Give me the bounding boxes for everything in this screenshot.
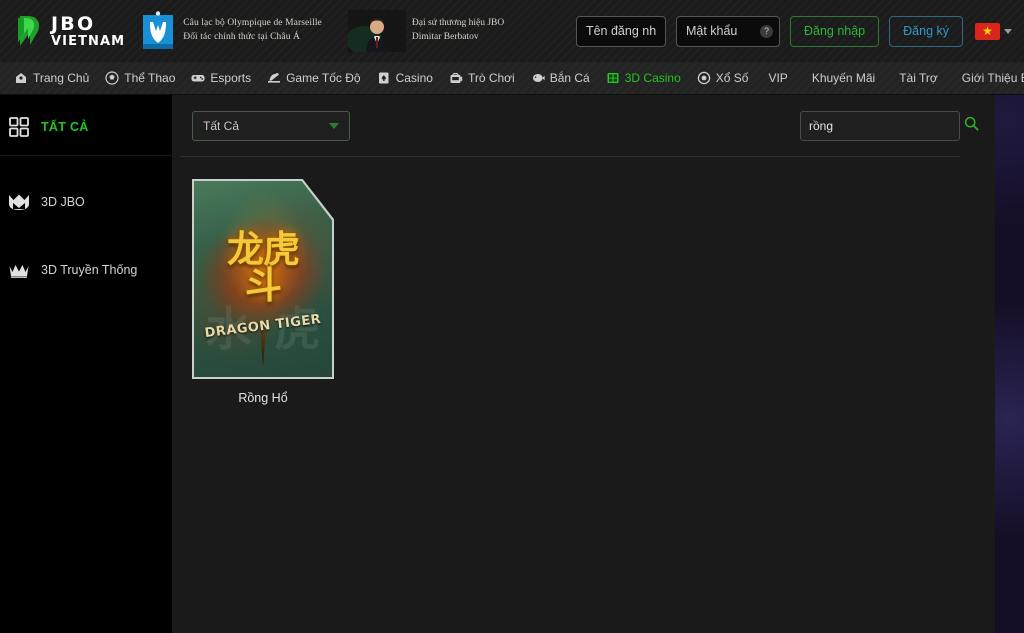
nav-link-vip[interactable]: VIP — [756, 62, 799, 95]
sidebar-item-3d-truyen-thong[interactable]: 3D Truyền Thống — [0, 248, 172, 292]
jbo-leaf-logo-icon — [8, 14, 44, 48]
nav-label: Trang Chủ — [33, 71, 90, 85]
language-selector[interactable]: ★ — [975, 22, 1012, 40]
chevron-down-icon — [1004, 28, 1012, 34]
nav-label: Thể Thao — [124, 71, 176, 85]
game-chinese-title: 龙虎 斗 — [194, 231, 332, 308]
register-button[interactable]: Đăng ký — [889, 15, 963, 47]
cards-icon — [377, 71, 391, 85]
page-root: JBO VIETNAM Câu lạc bộ Olympique de Mars… — [0, 0, 1024, 633]
gamepad-icon — [191, 71, 205, 85]
partner-line-1: Câu lạc bộ Olympique de Marseille — [183, 18, 322, 29]
nav-item-casino[interactable]: Casino — [369, 62, 441, 95]
nav-item-game-toc-do[interactable]: Game Tốc Độ — [259, 62, 368, 95]
category-filter-select[interactable]: Tất Cả — [192, 111, 350, 141]
question-mark-icon[interactable]: ? — [759, 24, 773, 38]
speed-icon — [267, 71, 281, 85]
nav-link-tai-tro[interactable]: Tài Trợ — [887, 62, 950, 95]
partner-block: Câu lạc bộ Olympique de Marseille Đối tá… — [141, 11, 322, 51]
grid-3d-icon — [606, 71, 620, 85]
nav-label: Esports — [210, 71, 252, 85]
logo-region: VIETNAM — [51, 33, 126, 49]
ambassador-line-2: Dimitar Berbatov — [411, 32, 479, 42]
site-logo[interactable]: JBO VIETNAM — [8, 14, 125, 48]
football-icon — [105, 71, 119, 85]
crown-icon — [8, 260, 30, 280]
nav-secondary-links: VIP Khuyến Mãi Tài Trợ Giới Thiệu Bạn Bè… — [756, 62, 1024, 95]
nav-item-ban-ca[interactable]: Bắn Cá — [523, 62, 598, 95]
home-icon — [14, 71, 28, 85]
nav-item-the-thao[interactable]: Thể Thao — [97, 62, 183, 95]
vietnam-flag-icon: ★ — [975, 22, 1000, 40]
crown-m-icon — [8, 192, 30, 212]
ambassador-photo-icon — [347, 10, 406, 52]
ambassador-text: Đại sứ thương hiệu JBO Dimitar Berbatov — [412, 17, 504, 45]
thumbnail-art: 水 虎 龙虎 斗 DRAGON TIGER — [194, 181, 332, 377]
sidebar-item-tat-ca[interactable]: TẤT CẢ — [0, 105, 172, 149]
grid-squares-icon — [8, 117, 30, 137]
ambassador-block: Đại sứ thương hiệu JBO Dimitar Berbatov — [347, 10, 504, 52]
sidebar-item-label: TẤT CẢ — [41, 120, 89, 134]
game-grid: 水 虎 龙虎 斗 DRAGON TIGER Rồng Hổ — [172, 157, 995, 405]
password-field-wrap: ? — [675, 15, 780, 47]
toolbar-divider — [180, 156, 960, 157]
sidebar-item-3d-jbo[interactable]: 3D JBO — [0, 180, 172, 224]
nav-label: 3D Casino — [624, 71, 681, 85]
header-actions: ? Đăng nhập Đăng ký ★ — [575, 15, 1012, 47]
ambassador-line-1: Đại sứ thương hiệu JBO — [411, 18, 505, 29]
nav-item-tro-choi[interactable]: Trò Chơi — [441, 62, 523, 95]
nav-label: Xổ Số — [715, 71, 749, 85]
partner-text: Câu lạc bộ Olympique de Marseille Đối tá… — [183, 17, 322, 45]
search-icon[interactable] — [964, 116, 979, 136]
nav-label: Trò Chơi — [467, 71, 515, 85]
game-card-rong-ho[interactable]: 水 虎 龙虎 斗 DRAGON TIGER Rồng Hổ — [192, 179, 334, 405]
nav-item-esports[interactable]: Esports — [183, 62, 259, 95]
nav-primary-items: Trang Chủ Thể Thao Esports Game Tốc Độ C… — [6, 62, 756, 95]
site-header: JBO VIETNAM Câu lạc bộ Olympique de Mars… — [0, 0, 1024, 62]
partner-line-2: Đối tác chính thức tại Châu Á — [183, 32, 300, 42]
sidebar-item-label: 3D Truyền Thống — [41, 263, 138, 277]
nav-item-3d-casino[interactable]: 3D Casino — [598, 62, 689, 95]
nav-label: Casino — [395, 71, 433, 85]
cn-char-3: 斗 — [245, 264, 282, 308]
nav-item-trang-chu[interactable]: Trang Chủ — [6, 62, 97, 95]
filter-toolbar: Tất Cả — [172, 95, 995, 157]
nav-link-gioi-thieu-ban-be[interactable]: Giới Thiệu Bạn Bè — [950, 62, 1024, 95]
sidebar-item-label: 3D JBO — [41, 195, 85, 209]
username-input[interactable] — [575, 15, 666, 47]
game-search-box[interactable] — [800, 111, 979, 141]
fish-icon — [531, 71, 545, 85]
olympique-marseille-crest-icon — [141, 11, 175, 51]
nav-item-xo-so[interactable]: Xổ Số — [689, 62, 757, 95]
game-card-label: Rồng Hổ — [238, 391, 288, 405]
game-thumbnail[interactable]: 水 虎 龙虎 斗 DRAGON TIGER — [192, 179, 334, 379]
category-filter-value: Tất Cả — [203, 119, 240, 133]
category-sidebar: TẤT CẢ 3D JBO 3D Truyền Thống — [0, 95, 172, 633]
main-navigation: Trang Chủ Thể Thao Esports Game Tốc Độ C… — [0, 62, 1024, 95]
nav-link-khuyen-mai[interactable]: Khuyến Mãi — [800, 62, 887, 95]
nav-label: Bắn Cá — [549, 71, 590, 85]
lottery-icon — [697, 71, 711, 85]
login-button[interactable]: Đăng nhập — [789, 15, 880, 47]
nav-label: Game Tốc Độ — [286, 71, 361, 85]
logo-text: JBO VIETNAM — [51, 12, 126, 49]
slot-icon — [449, 71, 463, 85]
logo-brand: JBO — [51, 12, 96, 35]
search-input[interactable] — [809, 119, 964, 133]
main-content: Tất Cả 水 — [172, 95, 995, 633]
chevron-down-icon — [329, 123, 339, 129]
